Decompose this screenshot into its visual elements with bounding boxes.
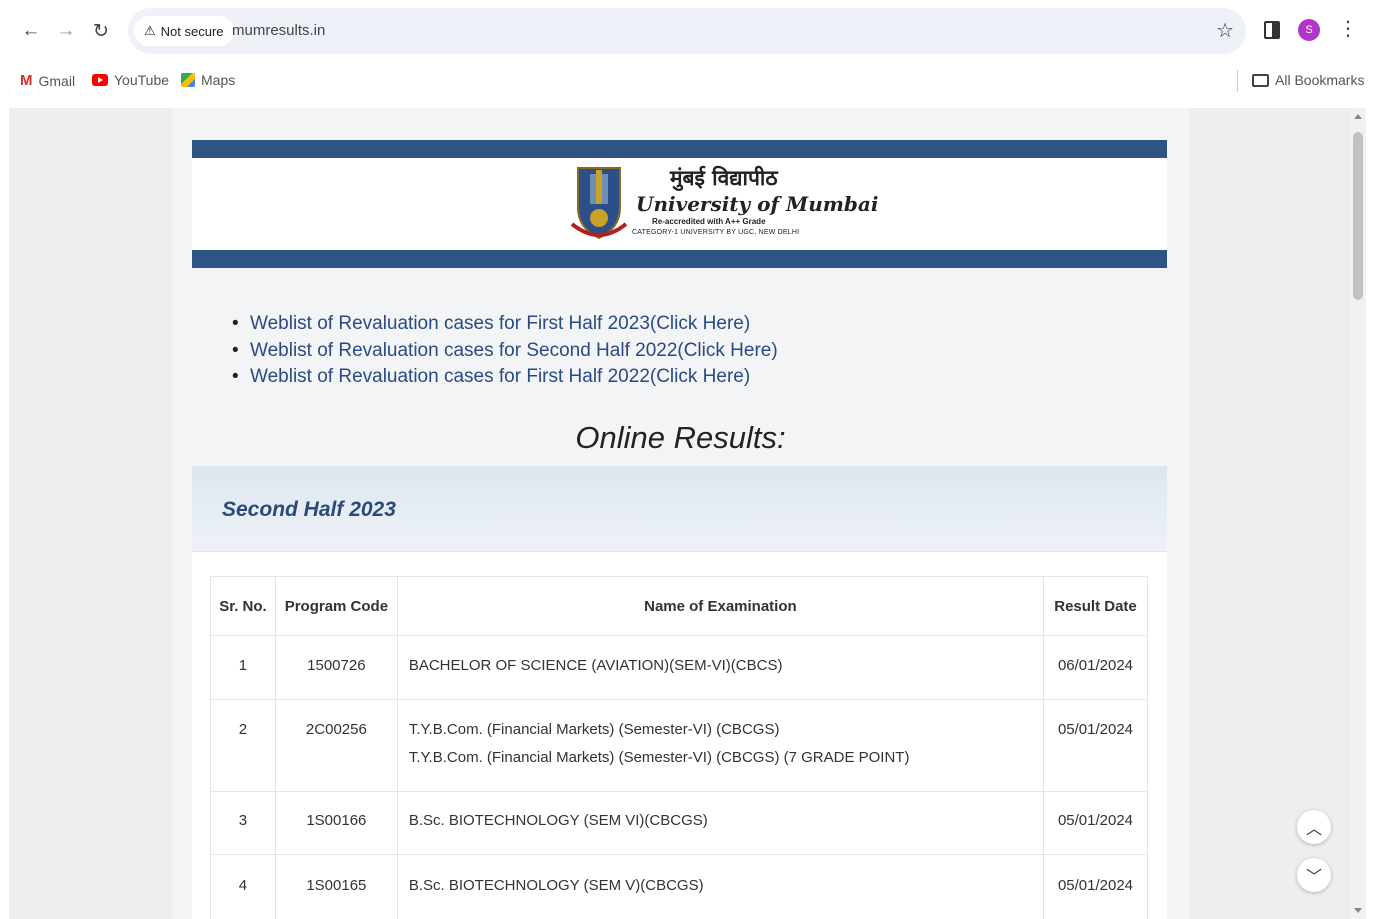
cell-exam-name: T.Y.B.Com. (Financial Markets) (Semester…	[396, 699, 1045, 792]
table-row: 1 1500726 BACHELOR OF SCIENCE (AVIATION)…	[210, 635, 1148, 700]
university-name-english: University of Mumbai	[636, 192, 879, 216]
results-table: Sr. No. Program Code Name of Examination…	[210, 576, 1148, 919]
weblist-link-first-half-2022[interactable]: Weblist of Revaluation cases for First H…	[232, 364, 778, 391]
scrollbar-up-arrow-icon[interactable]	[1354, 114, 1362, 119]
column-header-result-date: Result Date	[1043, 576, 1148, 636]
bookmark-label: YouTube	[114, 72, 170, 88]
bookmark-youtube[interactable]: YouTube	[92, 72, 169, 88]
column-header-sr-no: Sr. No.	[210, 576, 276, 636]
address-bar[interactable]: ⚠ Not secure mumresults.in ☆	[128, 8, 1246, 54]
exam-link[interactable]: BACHELOR OF SCIENCE (AVIATION)(SEM-VI)(C…	[409, 652, 1043, 680]
category-text: CATEGORY-1 UNIVERSITY BY UGC, NEW DELHI	[632, 229, 800, 236]
reload-icon[interactable]: ↻	[88, 18, 114, 44]
back-arrow-icon[interactable]: ←	[18, 18, 44, 44]
university-banner: मुंबई विद्यापीठ University of Mumbai Re-…	[192, 140, 1167, 268]
table-row: 4 1S00165 B.Sc. BIOTECHNOLOGY (SEM V)(CB…	[210, 854, 1148, 919]
exam-link[interactable]: B.Sc. BIOTECHNOLOGY (SEM V)(CBCGS)	[409, 872, 1043, 900]
cell-sr-no: 2	[210, 699, 276, 792]
main-container: मुंबई विद्यापीठ University of Mumbai Re-…	[172, 108, 1189, 919]
folder-icon	[1252, 73, 1269, 87]
cell-program-code: 2C00256	[274, 699, 398, 792]
weblist-link-first-half-2023[interactable]: Weblist of Revaluation cases for First H…	[232, 311, 778, 338]
bookmark-gmail[interactable]: M Gmail	[20, 72, 75, 89]
security-chip[interactable]: ⚠ Not secure	[134, 16, 234, 46]
scroll-to-bottom-button[interactable]: ﹀	[1297, 858, 1331, 892]
browser-toolbar: ← → ↻ ⚠ Not secure mumresults.in ☆ S ⋮	[0, 0, 1375, 60]
university-name-marathi: मुंबई विद्यापीठ	[670, 165, 778, 190]
panel-title: Second Half 2023	[222, 498, 396, 521]
gmail-icon: M	[20, 72, 33, 89]
cell-exam-name: B.Sc. BIOTECHNOLOGY (SEM VI)(CBCGS)	[396, 791, 1045, 855]
page-scrollbar[interactable]	[1350, 108, 1366, 919]
column-header-program-code: Program Code	[274, 576, 398, 636]
exam-link[interactable]: T.Y.B.Com. (Financial Markets) (Semester…	[409, 716, 1043, 744]
exam-link[interactable]: T.Y.B.Com. (Financial Markets) (Semester…	[409, 744, 1043, 772]
cell-result-date: 05/01/2024	[1043, 854, 1148, 919]
bookmark-label: Maps	[201, 72, 236, 88]
cell-program-code: 1500726	[274, 635, 398, 700]
url-text[interactable]: mumresults.in	[232, 22, 325, 39]
chevron-down-icon: ﹀	[1305, 869, 1322, 886]
column-header-exam-name: Name of Examination	[396, 576, 1045, 636]
cell-sr-no: 4	[210, 854, 276, 919]
security-label: Not secure	[160, 23, 224, 39]
table-header-row: Sr. No. Program Code Name of Examination…	[210, 576, 1148, 636]
scrollbar-down-arrow-icon[interactable]	[1354, 908, 1362, 913]
cell-result-date: 06/01/2024	[1043, 635, 1148, 700]
exam-link[interactable]: B.Sc. BIOTECHNOLOGY (SEM VI)(CBCGS)	[409, 807, 1043, 835]
all-bookmarks[interactable]: All Bookmarks	[1252, 72, 1364, 88]
cell-result-date: 05/01/2024	[1043, 699, 1148, 792]
page-viewport: मुंबई विद्यापीठ University of Mumbai Re-…	[9, 108, 1366, 919]
maps-icon	[181, 73, 195, 87]
cell-sr-no: 1	[210, 635, 276, 700]
cell-sr-no: 3	[210, 791, 276, 855]
bookmarks-divider	[1237, 70, 1238, 92]
table-row: 2 2C00256 T.Y.B.Com. (Financial Markets)…	[210, 699, 1148, 792]
menu-dots-icon[interactable]: ⋮	[1338, 16, 1358, 41]
weblist-link-second-half-2022[interactable]: Weblist of Revaluation cases for Second …	[232, 338, 778, 365]
accreditation-text: Re-accredited with A++ Grade	[652, 217, 766, 226]
chevron-up-icon: ︿	[1305, 821, 1322, 838]
cell-result-date: 05/01/2024	[1043, 791, 1148, 855]
cell-exam-name: B.Sc. BIOTECHNOLOGY (SEM V)(CBCGS)	[396, 854, 1045, 919]
weblist-links: Weblist of Revaluation cases for First H…	[232, 311, 778, 391]
forward-arrow-icon[interactable]: →	[53, 18, 79, 44]
university-crest-icon	[570, 167, 628, 240]
profile-avatar[interactable]: S	[1298, 19, 1320, 41]
table-row: 3 1S00166 B.Sc. BIOTECHNOLOGY (SEM VI)(C…	[210, 791, 1148, 855]
bookmark-star-icon[interactable]: ☆	[1216, 18, 1234, 43]
warning-icon: ⚠	[144, 23, 156, 38]
cell-exam-name: BACHELOR OF SCIENCE (AVIATION)(SEM-VI)(C…	[396, 635, 1045, 700]
youtube-icon	[92, 74, 108, 86]
banner-bar-bottom	[192, 250, 1167, 268]
cell-program-code: 1S00165	[274, 854, 398, 919]
cell-program-code: 1S00166	[274, 791, 398, 855]
side-panel-icon[interactable]	[1264, 21, 1280, 39]
panel-header: Second Half 2023	[192, 466, 1167, 552]
online-results-title: Online Results:	[575, 420, 786, 455]
banner-bar-top	[192, 140, 1167, 158]
results-panel: Second Half 2023 Sr. No. Program Code Na…	[192, 466, 1167, 919]
scrollbar-thumb[interactable]	[1353, 132, 1363, 300]
bookmark-label: Gmail	[38, 72, 76, 89]
bookmarks-bar: M Gmail YouTube Maps All Bookmarks	[0, 60, 1375, 104]
scroll-to-top-button[interactable]: ︿	[1297, 810, 1331, 844]
bookmark-maps[interactable]: Maps	[181, 72, 235, 88]
bookmark-label: All Bookmarks	[1275, 72, 1365, 88]
